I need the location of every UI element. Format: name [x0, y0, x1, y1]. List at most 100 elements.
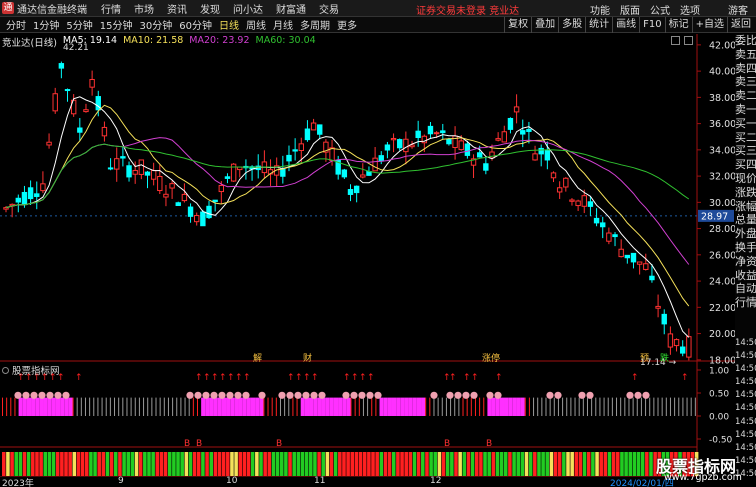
volume-bar [60, 452, 64, 476]
main-menu: 行情 市场 资讯 发现 问小达 财富通 交易 [101, 1, 339, 16]
menu-item-formula[interactable]: 公式 [650, 2, 670, 17]
period-tab[interactable]: 更多 [337, 17, 357, 32]
volume-bar [557, 452, 562, 476]
indicator-toggle-icon[interactable] [2, 366, 9, 374]
indicator-bar [51, 397, 56, 416]
buy-arrow-icon: ↑ [203, 373, 211, 383]
signal-dot [194, 391, 202, 399]
candle-body [544, 149, 551, 161]
volume-bar [68, 452, 72, 476]
candle-body [630, 252, 637, 263]
volume-bar [391, 452, 396, 476]
indicator-bar [504, 397, 509, 416]
menu-item-trade[interactable]: 交易 [319, 1, 339, 16]
signal-dot [22, 391, 30, 399]
tool-button[interactable]: +自选 [691, 17, 727, 33]
pane-expand-icon[interactable] [671, 36, 680, 45]
indicator-bar [400, 397, 405, 416]
period-tab[interactable]: 周线 [246, 17, 266, 32]
indicator-bar [64, 397, 69, 416]
candle-body [132, 169, 138, 175]
tool-button[interactable]: 标记 [664, 17, 692, 33]
menu-item-market[interactable]: 行情 [101, 1, 121, 16]
menu-item-ask[interactable]: 问小达 [233, 1, 263, 16]
menu-item-discover[interactable]: 发现 [200, 1, 220, 16]
volume-bar [429, 452, 433, 476]
signal-dot [634, 391, 642, 399]
tool-button[interactable]: F10 [639, 17, 664, 33]
tick-time: 14:50 [735, 364, 756, 375]
volume-bar [184, 452, 189, 476]
signal-dot [578, 391, 586, 399]
quote-side-panel: 委比 卖五 卖四 卖三 卖二 卖一 买一 买二 买三 买四 现价 涨跌 涨幅 总量 外盘 换手 净资 收益 自动 行情 [735, 34, 756, 364]
volume-bar [317, 452, 321, 476]
candle-body [89, 79, 95, 88]
indicator-bar [508, 397, 513, 416]
indicator-bar [155, 397, 157, 416]
volume-bar [114, 452, 118, 476]
indicator-name[interactable]: 股票指标网 [12, 363, 60, 377]
menu-item-functions[interactable]: 功能 [590, 2, 610, 17]
price-tick-label: 28.00 [709, 224, 736, 235]
volume-bar [192, 452, 197, 476]
volume-bar [155, 452, 160, 476]
period-tab[interactable]: 1分钟 [33, 17, 59, 32]
indicator-bar [255, 397, 260, 416]
buy-arrow-icon: ↑ [75, 373, 83, 383]
period-tab[interactable]: 5分钟 [66, 17, 92, 32]
indicator-bar [574, 397, 576, 416]
indicator-bar [275, 397, 277, 416]
indicator-bar [188, 397, 190, 416]
volume-bar [599, 452, 603, 476]
volume-bar [479, 452, 483, 476]
volume-bar [404, 452, 408, 476]
kline-chart[interactable]: 42.00 40.00 38.00 36.00 34.00 32.00 30.00 28.00… [0, 34, 756, 477]
indicator-bar [84, 397, 86, 416]
signal-dot [302, 391, 310, 399]
menu-item-layout[interactable]: 版面 [620, 2, 640, 17]
indicator-bar [533, 397, 535, 416]
period-tab[interactable]: 30分钟 [139, 17, 172, 32]
indicator-bar [686, 397, 688, 416]
volume-bar [147, 452, 151, 476]
volume-bar [425, 452, 429, 476]
indicator-bar [487, 397, 492, 416]
tool-button[interactable]: 复权 [504, 17, 531, 33]
period-tab[interactable]: 60分钟 [179, 17, 212, 32]
menu-item-exchange[interactable]: 市场 [134, 1, 154, 16]
period-tab[interactable]: 15分钟 [100, 17, 133, 32]
indicator-bar [408, 397, 413, 416]
signal-dot [30, 391, 38, 399]
volume-bar [416, 452, 421, 476]
signal-dot [586, 391, 594, 399]
period-tab[interactable]: 多周期 [300, 17, 330, 32]
period-tab[interactable]: 日线 [219, 17, 239, 32]
volume-bar [143, 452, 147, 476]
tool-button[interactable]: 返回 [727, 17, 754, 33]
tool-button[interactable]: 多股 [558, 17, 585, 33]
login-warning[interactable]: 证券交易未登录 竞业达 [416, 2, 519, 17]
menu-item-options[interactable]: 选项 [680, 2, 700, 17]
user-label[interactable]: 游客 [728, 2, 748, 17]
period-tab[interactable]: 分时 [6, 17, 26, 32]
tool-button[interactable]: 画线 [612, 17, 639, 33]
candle-body [667, 333, 674, 348]
signal-dot [46, 391, 54, 399]
candle-body [372, 157, 378, 172]
candle-body [286, 154, 292, 162]
volume-bar [636, 452, 641, 476]
pane-settings-icon[interactable] [684, 36, 693, 45]
menu-item-wealth[interactable]: 财富通 [276, 1, 306, 16]
volume-bar [180, 452, 184, 476]
candle-body [21, 191, 28, 206]
volume-bar [603, 452, 608, 476]
indicator-bar [10, 397, 12, 416]
volume-bar [105, 452, 110, 476]
tool-button[interactable]: 统计 [585, 17, 612, 33]
volume-bar [159, 452, 164, 476]
volume-bar [296, 452, 301, 476]
volume-bar [279, 452, 284, 476]
menu-item-news[interactable]: 资讯 [167, 1, 187, 16]
period-tab[interactable]: 月线 [273, 17, 293, 32]
tool-button[interactable]: 叠加 [531, 17, 558, 33]
